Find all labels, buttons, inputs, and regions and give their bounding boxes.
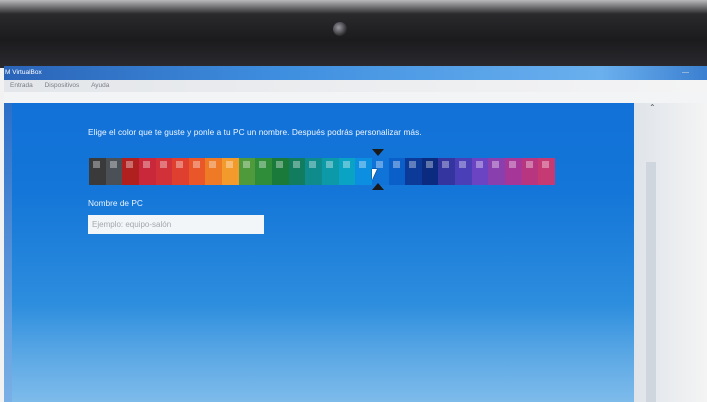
minimize-icon[interactable]: — [681,66,689,80]
color-swatch[interactable] [172,158,189,185]
screen-gloss [12,303,634,402]
color-swatch[interactable] [538,158,555,185]
color-swatch[interactable] [421,158,439,185]
color-swatch[interactable] [188,158,206,185]
pc-name-label: Nombre de PC [88,198,143,208]
pc-name-input[interactable] [88,215,264,234]
color-swatch[interactable] [205,158,223,185]
side-panel [634,103,707,402]
window-left-edge [4,103,12,402]
color-swatch[interactable] [488,158,506,185]
color-swatch[interactable] [238,158,256,185]
color-swatch[interactable] [338,158,356,185]
color-swatch[interactable] [272,158,289,185]
mouse-cursor-icon [372,169,377,180]
scroll-up-icon[interactable]: ⌃ [649,104,657,112]
color-swatch[interactable] [222,158,239,185]
color-swatch[interactable] [255,158,273,185]
setup-instruction: Elige el color que te guste y ponle a tu… [88,127,422,137]
color-swatch[interactable] [155,158,173,185]
menu-ayuda[interactable]: Ayuda [91,82,109,89]
color-swatch[interactable] [288,158,306,185]
webcam-icon [333,22,347,36]
scrollbar[interactable] [646,162,656,402]
color-swatch[interactable] [305,158,322,185]
color-palette [89,158,555,185]
color-swatch[interactable] [405,158,422,185]
color-swatch[interactable] [455,158,472,185]
color-swatch[interactable] [471,158,489,185]
selection-top-marker-icon [372,149,384,156]
virtualbox-title-bar: M VirtualBox — [4,66,707,80]
virtualbox-menu-bar: Entrada Dispositivos Ayuda [4,80,707,92]
color-swatch[interactable] [355,158,372,185]
color-swatch[interactable] [521,158,539,185]
color-swatch[interactable] [505,158,522,185]
photo-frame: M VirtualBox — Entrada Dispositivos Ayud… [0,0,707,402]
color-swatch[interactable] [438,158,456,185]
color-swatch[interactable] [321,158,339,185]
window-top-strip [4,92,707,103]
window-title: M VirtualBox [5,69,42,76]
color-swatch[interactable] [388,158,406,185]
menu-dispositivos[interactable]: Dispositivos [45,82,80,89]
windows-setup-screen: Elige el color que te guste y ponle a tu… [12,103,634,402]
color-swatch[interactable] [122,158,139,185]
selection-bottom-marker-icon [372,183,384,190]
color-swatch[interactable] [105,158,123,185]
color-swatch[interactable] [138,158,156,185]
color-swatch[interactable] [89,158,106,185]
menu-entrada[interactable]: Entrada [10,82,33,89]
laptop-bezel [0,0,707,68]
